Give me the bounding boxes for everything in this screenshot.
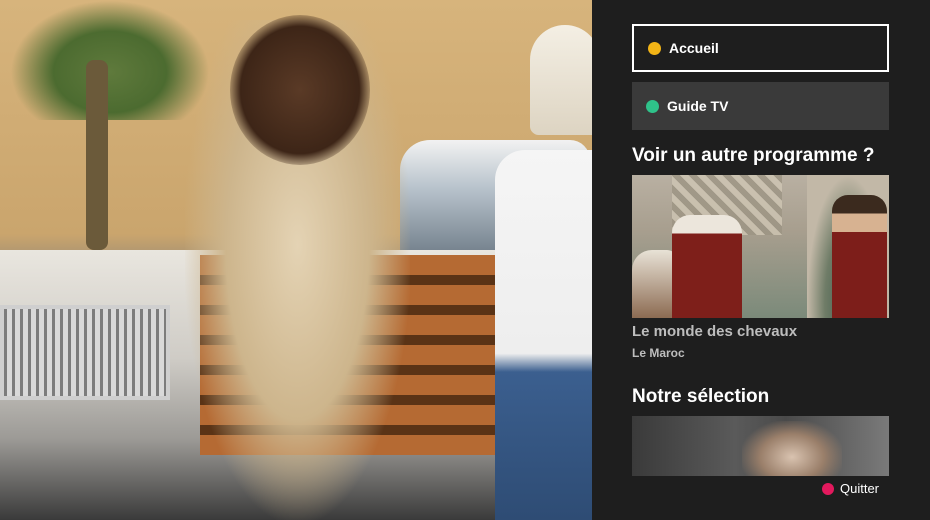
menu-item-label: Accueil (669, 40, 719, 56)
yellow-dot-icon (648, 41, 661, 55)
video-background (0, 0, 592, 520)
other-program-heading: Voir un autre programme ? (632, 145, 875, 166)
menu-item-accueil[interactable]: Accueil (632, 24, 889, 72)
thumbnail-horse (632, 250, 677, 318)
selection-thumbnail[interactable] (632, 416, 889, 476)
cowboy-hat (530, 25, 592, 135)
red-dot-icon (822, 482, 834, 495)
selection-heading: Notre sélection (632, 386, 770, 407)
quit-label: Quitter (840, 481, 880, 496)
side-panel: Accueil Guide TV Voir un autre programme… (592, 0, 930, 520)
person-cowboy (495, 150, 592, 520)
thumbnail-rider (672, 215, 742, 318)
thumbnail-face (742, 421, 842, 476)
program-subtitle: Le Maroc (632, 346, 685, 360)
palm-trunk (86, 60, 108, 250)
thumbnail-rider (832, 195, 887, 318)
program-thumbnail[interactable] (632, 175, 889, 318)
program-title[interactable]: Le monde des chevaux (632, 323, 797, 340)
person-hair (230, 15, 370, 165)
green-dot-icon (646, 99, 659, 113)
palm-tree (10, 0, 210, 120)
quit-button[interactable]: Quitter (822, 481, 879, 496)
menu-item-label: Guide TV (667, 98, 729, 114)
menu-item-guide-tv[interactable]: Guide TV (632, 82, 889, 130)
car-grille (0, 305, 170, 400)
